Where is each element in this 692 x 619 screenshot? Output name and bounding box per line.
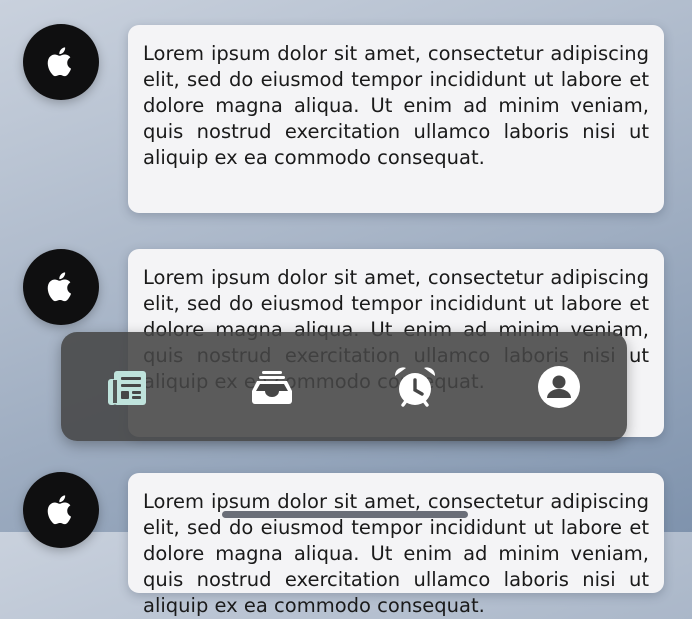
- apple-logo-icon: [47, 495, 72, 525]
- person-circle-icon: [538, 366, 580, 408]
- tab-profile[interactable]: [534, 362, 584, 412]
- avatar[interactable]: [23, 249, 99, 325]
- alarm-clock-icon: [394, 367, 436, 407]
- inbox-tray-icon: [252, 371, 292, 404]
- tab-bar: [61, 332, 627, 441]
- apple-logo-icon: [47, 47, 72, 77]
- apple-logo-icon: [47, 272, 72, 302]
- avatar[interactable]: [23, 24, 99, 100]
- avatar[interactable]: [23, 472, 99, 548]
- home-indicator[interactable]: [222, 511, 468, 518]
- tab-alarms[interactable]: [390, 362, 440, 412]
- message-bubble[interactable]: Lorem ipsum dolor sit amet, consectetur …: [128, 473, 664, 617]
- tab-inbox[interactable]: [247, 362, 297, 412]
- message-bubble[interactable]: Lorem ipsum dolor sit amet, consectetur …: [128, 25, 664, 213]
- message-feed: Lorem ipsum dolor sit amet, consectetur …: [0, 0, 692, 617]
- tab-news[interactable]: [104, 362, 154, 412]
- newspaper-icon: [108, 371, 146, 405]
